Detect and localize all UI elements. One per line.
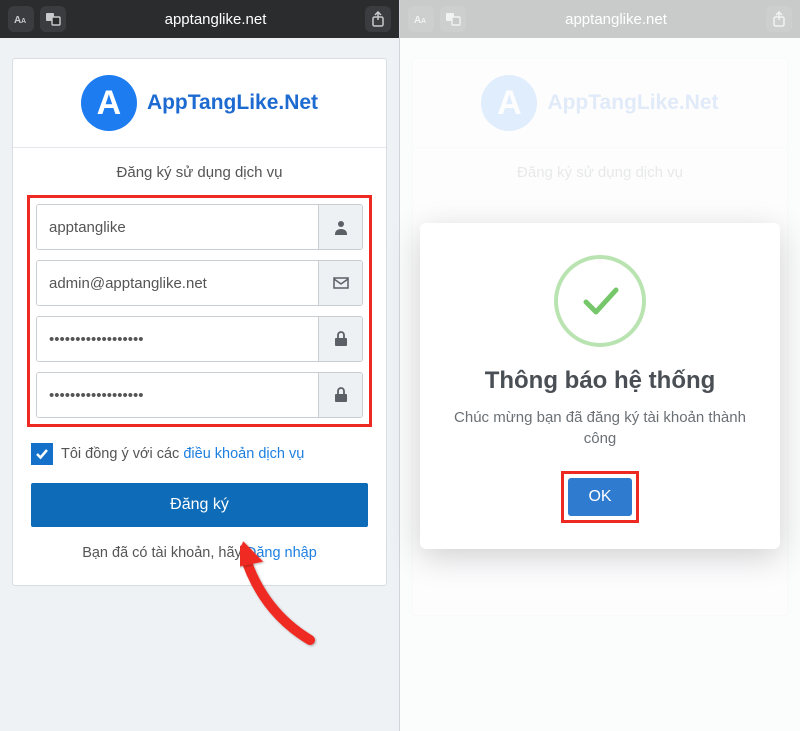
password-group [36, 316, 363, 362]
email-group [36, 260, 363, 306]
envelope-icon [318, 261, 362, 305]
terms-text: Tôi đồng ý với các điều khoản dịch vụ [61, 446, 304, 462]
card-header: A AppTangLike.Net [13, 59, 386, 148]
svg-text:A: A [21, 18, 26, 25]
modal-message: Chúc mừng bạn đã đăng ký tài khoản thành… [440, 407, 760, 449]
modal-overlay: Thông báo hệ thống Chúc mừng bạn đã đăng… [400, 0, 800, 731]
translate-icon[interactable] [40, 6, 66, 32]
terms-link[interactable]: điều khoản dịch vụ [183, 446, 304, 462]
share-icon[interactable] [365, 6, 391, 32]
url-bar[interactable]: apptanglike.net [72, 11, 359, 28]
password-confirm-input[interactable] [37, 373, 318, 417]
form-highlight-box [27, 195, 372, 427]
lock-icon [318, 317, 362, 361]
terms-checkbox[interactable] [31, 443, 53, 465]
content-area: A AppTangLike.Net Đăng ký sử dụng dịch v… [0, 38, 399, 606]
login-link[interactable]: Đăng nhập [246, 545, 317, 561]
right-panel: AA apptanglike.net A AppTangLike.Net Đăn… [400, 0, 800, 731]
success-modal: Thông báo hệ thống Chúc mừng bạn đã đăng… [420, 223, 780, 549]
lock-icon [318, 373, 362, 417]
register-button[interactable]: Đăng ký [31, 483, 368, 527]
text-size-icon[interactable]: AA [8, 6, 34, 32]
browser-bar: AA apptanglike.net [0, 0, 399, 38]
username-group [36, 204, 363, 250]
ok-button[interactable]: OK [568, 478, 631, 516]
ok-highlight-box: OK [561, 471, 638, 523]
email-input[interactable] [37, 261, 318, 305]
login-prompt: Bạn đã có tài khoản, hãy Đăng nhập [13, 535, 386, 585]
username-input[interactable] [37, 205, 318, 249]
logo-text: AppTangLike.Net [147, 91, 318, 115]
register-card: A AppTangLike.Net Đăng ký sử dụng dịch v… [12, 58, 387, 586]
logo-icon: A [81, 75, 137, 131]
section-title: Đăng ký sử dụng dịch vụ [13, 148, 386, 195]
password-input[interactable] [37, 317, 318, 361]
terms-row: Tôi đồng ý với các điều khoản dịch vụ [13, 427, 386, 477]
success-check-icon [554, 255, 646, 347]
left-panel: AA apptanglike.net A AppTangLike.Net Đăn… [0, 0, 400, 731]
user-icon [318, 205, 362, 249]
modal-title: Thông báo hệ thống [440, 367, 760, 395]
password-confirm-group [36, 372, 363, 418]
